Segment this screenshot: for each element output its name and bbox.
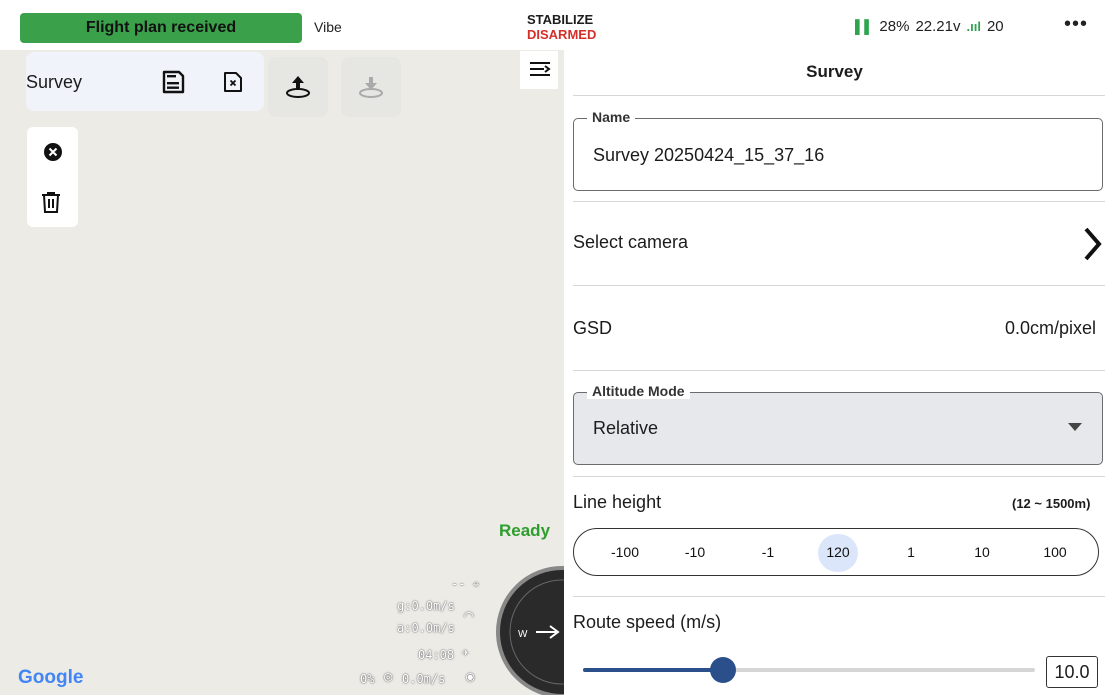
flight-time-readout: 04:08	[418, 648, 455, 662]
step-plus-100[interactable]: 100	[1030, 544, 1080, 560]
step-plus-10[interactable]: 10	[957, 544, 1007, 560]
name-input[interactable]: Survey 20250424_15_37_16	[593, 145, 824, 166]
climb-rate-readout: 0.0m/s	[402, 672, 446, 686]
throttle-readout: 0%	[360, 672, 375, 686]
svg-text:W: W	[518, 629, 528, 640]
flight-mode: STABILIZE	[527, 12, 594, 27]
line-height-range: (12 ~ 1500m)	[1012, 496, 1091, 511]
trash-icon[interactable]	[39, 190, 63, 214]
altitude-mode-label: Altitude Mode	[587, 383, 690, 399]
map-view[interactable]	[0, 50, 564, 695]
divider	[573, 476, 1105, 477]
upload-button[interactable]	[268, 57, 328, 117]
battery-voltage: 22.21v	[915, 18, 961, 35]
battery-icon: ▌▌	[855, 19, 874, 34]
route-speed-input[interactable]: 10.0	[1046, 656, 1098, 688]
route-speed-slider[interactable]	[583, 657, 1035, 683]
status-message-banner: Flight plan received	[20, 13, 302, 43]
slider-fill	[583, 668, 724, 672]
speedometer-icon: ◠	[464, 606, 474, 625]
step-plus-1[interactable]: 1	[886, 544, 936, 560]
divider	[573, 95, 1105, 96]
air-speed-readout: a:0.0m/s	[397, 621, 455, 635]
select-camera-label[interactable]: Select camera	[573, 232, 688, 253]
divider	[573, 370, 1105, 371]
ground-speed-readout: g:0.0m/s	[397, 599, 455, 613]
gsd-value: 0.0cm/pixel	[1005, 318, 1097, 338]
download-icon	[359, 77, 383, 98]
mission-type-label: Survey	[26, 72, 83, 92]
slider-thumb[interactable]	[710, 657, 737, 683]
altitude-mode-value: Relative	[593, 418, 659, 438]
distance-icon: ⌖	[472, 577, 480, 591]
throttle-icon: ◎	[384, 669, 393, 685]
chevron-right-icon[interactable]	[1083, 226, 1103, 262]
climb-icon: ◉	[466, 669, 475, 685]
battery-percent: 28%	[879, 18, 910, 35]
satellite-count: 20	[986, 18, 1004, 35]
divider	[573, 285, 1105, 286]
arm-state: DISARMED	[527, 27, 597, 42]
step-minus-100[interactable]: -100	[600, 544, 650, 560]
download-button[interactable]	[341, 57, 401, 117]
panel-toggle-button[interactable]	[520, 51, 558, 89]
distance-readout: -- ⌖	[451, 577, 480, 591]
dropdown-arrow-icon	[1068, 423, 1082, 431]
close-file-icon[interactable]	[221, 70, 245, 94]
name-field-label: Name	[587, 109, 636, 125]
map-attribution: Google	[18, 667, 84, 688]
line-height-label: Line height	[573, 492, 662, 512]
compass-widget: W	[496, 566, 564, 695]
more-options-icon[interactable]: •••	[1064, 13, 1088, 36]
step-minus-10[interactable]: -10	[670, 544, 720, 560]
collapse-menu-icon	[530, 62, 551, 76]
status-message: Flight plan received	[85, 19, 237, 36]
upload-icon	[286, 76, 310, 98]
step-minus-1[interactable]: -1	[743, 544, 793, 560]
gsd-label: GSD	[573, 318, 613, 338]
timer-icon: ✈	[462, 645, 470, 659]
map-status-text: Ready	[499, 521, 551, 540]
cancel-icon[interactable]	[41, 140, 65, 164]
save-icon[interactable]	[161, 70, 185, 94]
signal-icon: .ııl	[966, 19, 981, 34]
flight-mode-indicator[interactable]: STABILIZE DISARMED	[527, 12, 596, 42]
route-speed-label: Route speed (m/s)	[573, 612, 722, 632]
divider	[573, 596, 1105, 597]
panel-title: Survey	[806, 62, 863, 81]
line-height-value[interactable]: 120	[813, 544, 863, 560]
vehicle-name[interactable]: Vibe	[314, 19, 342, 35]
divider	[573, 201, 1105, 202]
telemetry-indicators: ▌▌ 28% 22.21v .ııl 20	[855, 18, 1004, 35]
